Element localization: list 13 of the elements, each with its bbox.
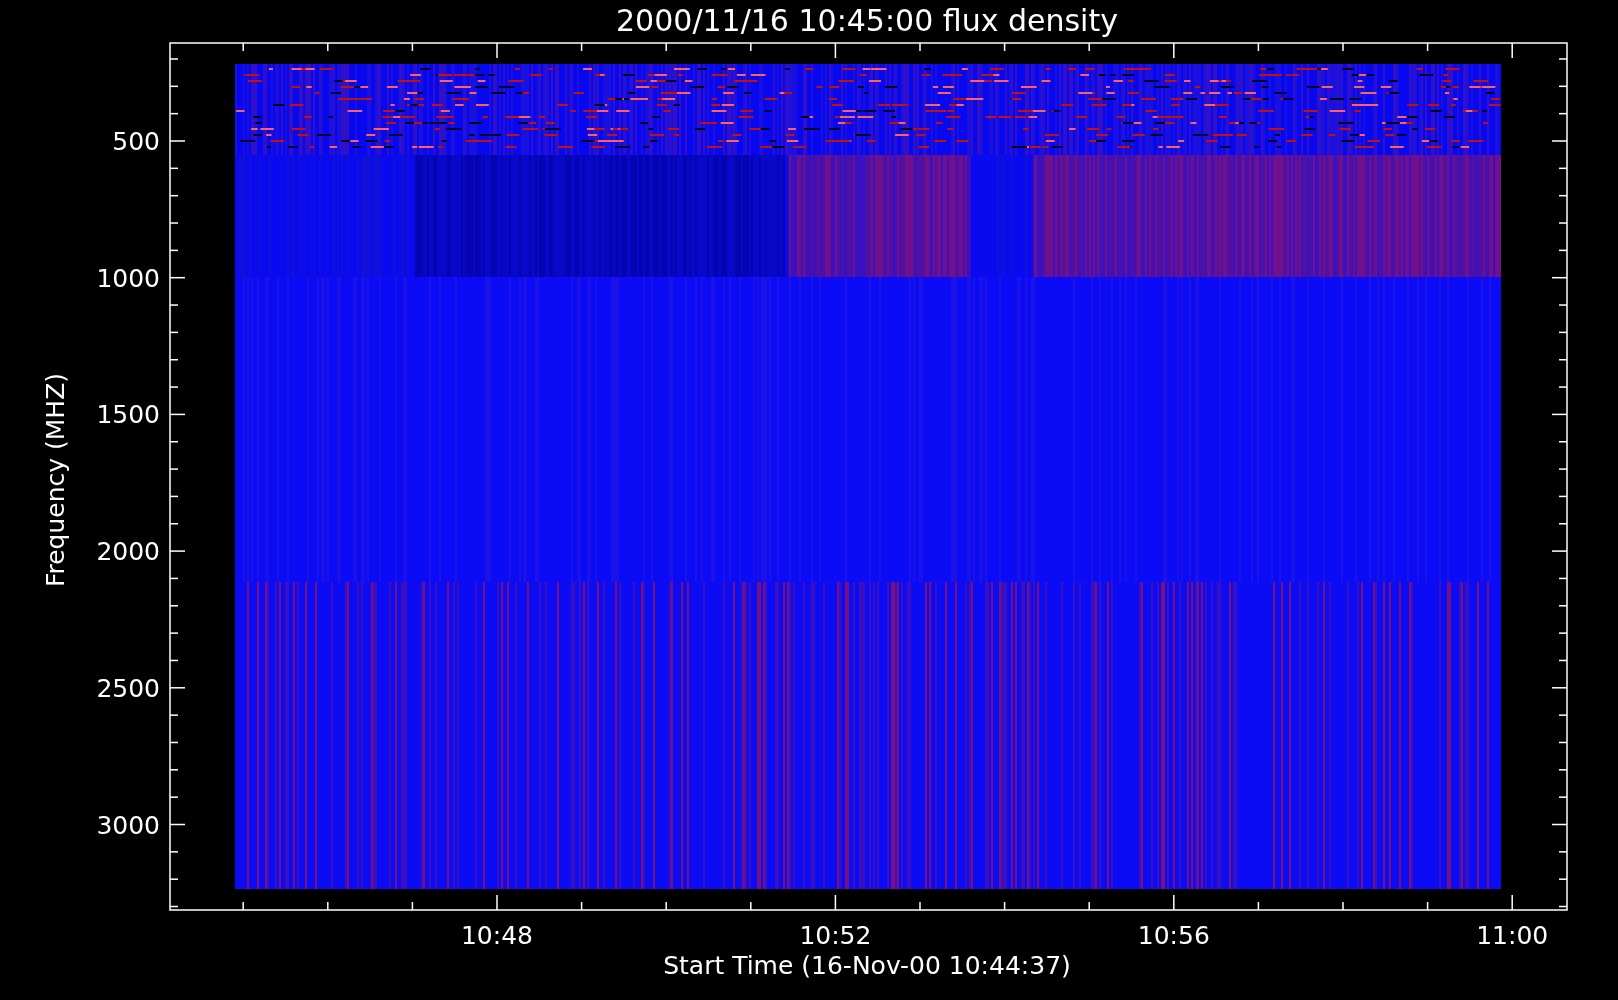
y-tick-label: 1000: [96, 263, 160, 293]
x-tick-label: 10:52: [799, 921, 872, 950]
y-tick-label: 3000: [96, 810, 160, 840]
y-axis-label: Frequency (MHZ): [41, 372, 70, 588]
x-tick-label: 11:00: [1476, 921, 1549, 950]
y-tick-label: 500: [112, 127, 160, 156]
chart-title: 2000/11/16 10:45:00 flux density: [616, 3, 1118, 38]
x-tick-label: 10:56: [1137, 921, 1210, 950]
y-tick-label: 2500: [96, 673, 160, 703]
y-tick-label: 2000: [96, 537, 160, 567]
x-tick-label: 10:48: [461, 921, 533, 950]
x-axis-label: Start Time (16-Nov-00 10:44:37): [663, 951, 1071, 980]
y-tick-label: 1500: [96, 400, 160, 430]
